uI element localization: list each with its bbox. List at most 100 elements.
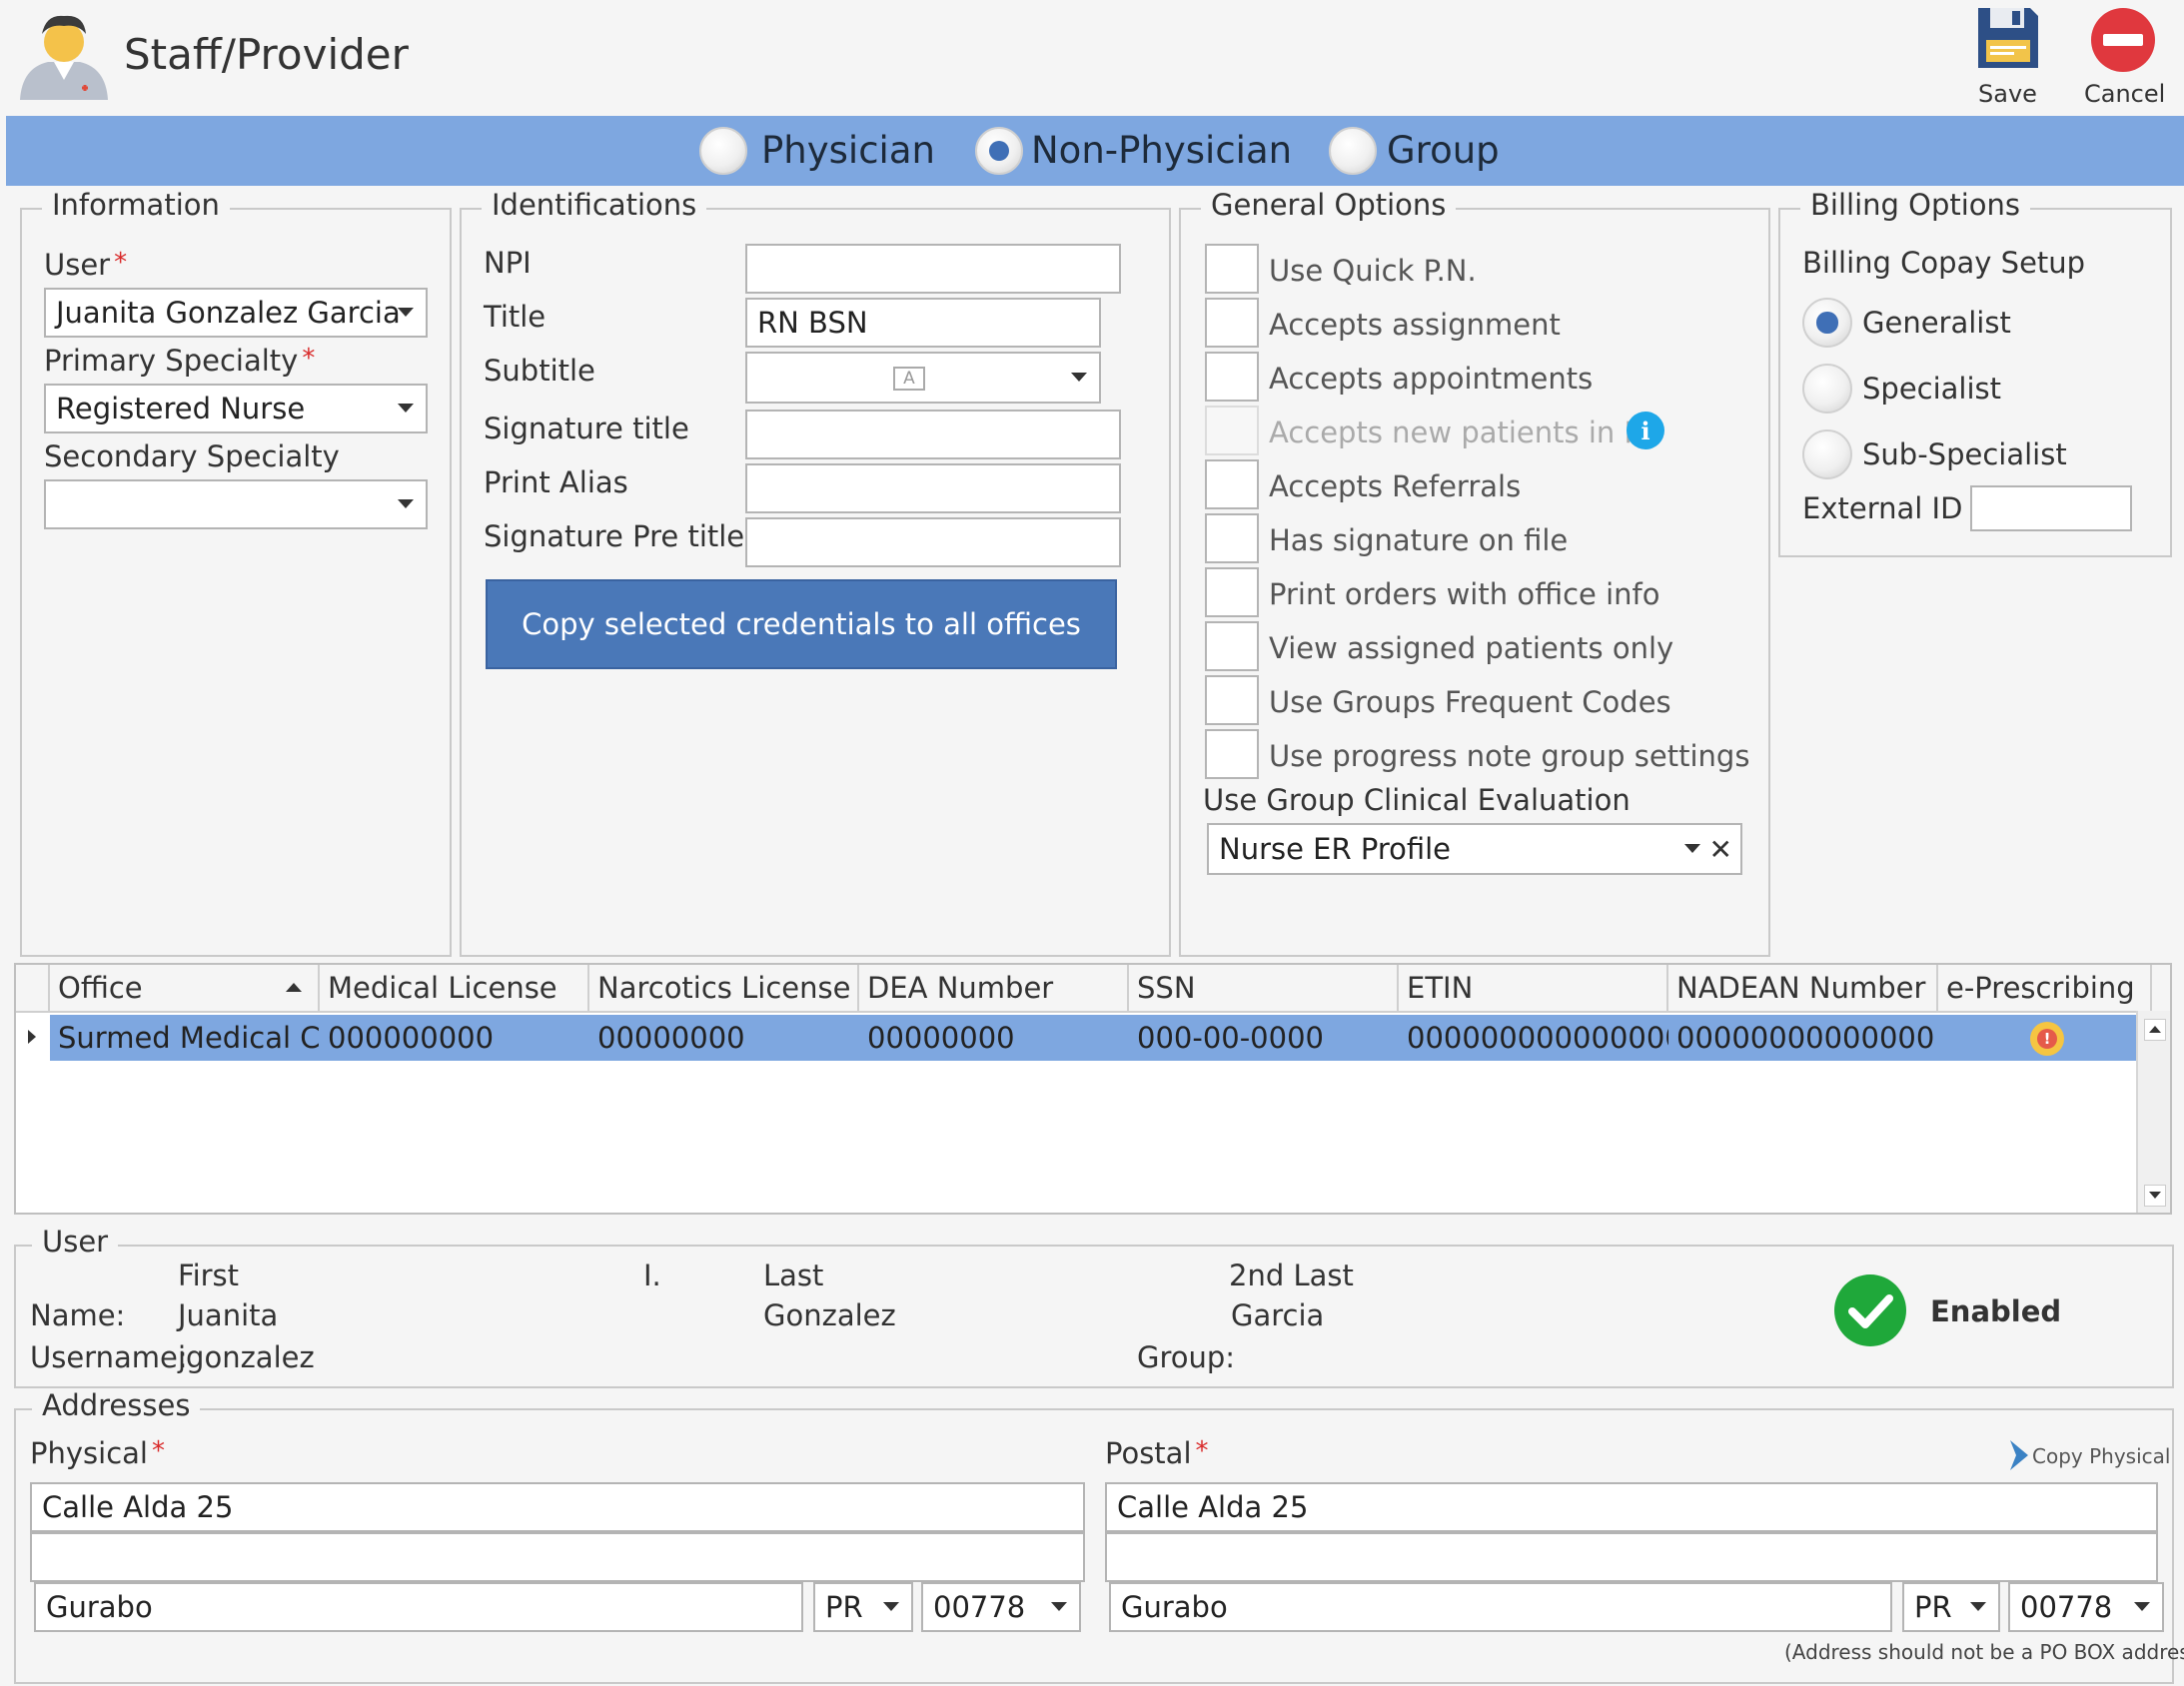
checkbox-label[interactable]: Use Groups Frequent Codes	[1269, 685, 1671, 719]
postal-line2-input[interactable]	[1105, 1532, 2158, 1582]
cell-etin[interactable]: 000000000000000...	[1399, 1015, 1668, 1061]
required-asterisk: *	[114, 248, 128, 278]
chevron-down-icon[interactable]	[1071, 373, 1087, 382]
primary-specialty-label-text: Primary Specialty	[44, 344, 299, 378]
info-icon[interactable]: i	[1627, 412, 1664, 449]
save-label: Save	[1978, 80, 2037, 108]
chevron-down-icon[interactable]	[1684, 844, 1700, 853]
radio-sub-specialist-label[interactable]: Sub-Specialist	[1862, 437, 2067, 471]
cancel-button[interactable]: Cancel	[2078, 4, 2178, 112]
checkbox-label[interactable]: View assigned patients only	[1269, 631, 1673, 665]
physical-line1-input[interactable]: Calle Alda 25	[30, 1482, 1085, 1532]
postal-state-select[interactable]: PR	[1902, 1582, 2000, 1632]
user-select[interactable]: Juanita Gonzalez Garcia	[44, 288, 428, 338]
cell-medical-license[interactable]: 000000000	[320, 1015, 589, 1061]
checkbox-groups-frequent-codes[interactable]	[1205, 675, 1259, 725]
checkbox-label[interactable]: Has signature on file	[1269, 523, 1568, 557]
chevron-down-icon[interactable]	[2134, 1602, 2150, 1611]
column-header-etin[interactable]: ETIN	[1399, 965, 1668, 1011]
radio-sub-specialist[interactable]	[1802, 429, 1852, 479]
checkbox-has-signature[interactable]	[1205, 513, 1259, 563]
column-header-nadean-number[interactable]: NADEAN Number	[1668, 965, 1938, 1011]
physical-state-select[interactable]: PR	[813, 1582, 913, 1632]
copy-credentials-button[interactable]: Copy selected credentials to all offices	[486, 579, 1117, 669]
checkbox-use-quick-pn[interactable]	[1205, 244, 1259, 294]
column-header-dea-number[interactable]: DEA Number	[859, 965, 1129, 1011]
checkbox-accepts-assignment[interactable]	[1205, 298, 1259, 348]
column-header-medical-license[interactable]: Medical License	[320, 965, 589, 1011]
column-header-office[interactable]: Office	[50, 965, 320, 1011]
chevron-down-icon[interactable]	[883, 1602, 899, 1611]
radio-group[interactable]	[1329, 127, 1377, 175]
radio-group-label[interactable]: Group	[1387, 129, 1500, 172]
signature-title-label: Signature title	[484, 412, 689, 445]
chevron-down-icon[interactable]	[398, 404, 414, 413]
cell-office[interactable]: Surmed Medical C...	[50, 1015, 320, 1061]
cell-dea-number[interactable]: 00000000	[859, 1015, 1129, 1061]
checkbox-label[interactable]: Accepts Referrals	[1269, 469, 1521, 503]
scroll-up-button[interactable]	[2144, 1019, 2166, 1041]
chevron-down-icon[interactable]	[398, 499, 414, 508]
checkbox-accepts-appointments[interactable]	[1205, 352, 1259, 402]
physical-zip-select[interactable]: 00778	[921, 1582, 1081, 1632]
column-header-ssn[interactable]: SSN	[1129, 965, 1399, 1011]
checkbox-label[interactable]: Use progress note group settings	[1269, 739, 1749, 773]
checkbox-accepts-referrals[interactable]	[1205, 459, 1259, 509]
user-select-value: Juanita Gonzalez Garcia	[56, 296, 401, 330]
identifications-group: Identifications NPI Title RN BSN Subtitl…	[460, 188, 1171, 957]
title-input[interactable]: RN BSN	[745, 298, 1101, 348]
general-options-legend: General Options	[1201, 188, 1457, 222]
cell-nadean-number[interactable]: 00000000000000	[1668, 1015, 1938, 1061]
clinical-eval-value: Nurse ER Profile	[1219, 832, 1452, 866]
clinical-eval-label: Use Group Clinical Evaluation	[1203, 783, 1631, 817]
radio-non-physician[interactable]	[975, 127, 1023, 175]
cell-ssn[interactable]: 000-00-0000	[1129, 1015, 1399, 1061]
clinical-eval-select[interactable]: Nurse ER Profile ✕	[1207, 823, 1742, 875]
radio-physician-label[interactable]: Physician	[761, 129, 935, 172]
physical-line2-input[interactable]	[30, 1532, 1085, 1582]
save-button[interactable]: Save	[1960, 4, 2054, 112]
physical-zip-value: 00778	[933, 1590, 1026, 1624]
checkbox-label[interactable]: Accepts assignment	[1269, 308, 1561, 342]
radio-specialist-label[interactable]: Specialist	[1862, 372, 2001, 406]
postal-city-input[interactable]: Gurabo	[1109, 1582, 1892, 1632]
checkbox-label[interactable]: Use Quick P.N.	[1269, 254, 1477, 288]
checkbox-view-assigned[interactable]	[1205, 621, 1259, 671]
copy-physical-button[interactable]: Copy Physical	[2004, 1438, 2170, 1474]
cell-narcotics-license[interactable]: 00000000	[589, 1015, 859, 1061]
radio-specialist[interactable]	[1802, 364, 1852, 414]
signature-title-input[interactable]	[745, 410, 1121, 459]
physical-city-value: Gurabo	[46, 1590, 153, 1624]
print-alias-input[interactable]	[745, 463, 1121, 513]
table-scrollbar[interactable]	[2136, 1011, 2170, 1213]
secondary-specialty-select[interactable]	[44, 479, 428, 529]
addresses-group: Addresses Physical * Calle Alda 25 Gurabo…	[14, 1388, 2184, 1684]
clear-icon[interactable]: ✕	[1709, 833, 1732, 866]
radio-generalist[interactable]	[1802, 298, 1852, 348]
radio-physician[interactable]	[699, 127, 747, 175]
column-header-narcotics-license[interactable]: Narcotics License	[589, 965, 859, 1011]
chevron-down-icon[interactable]	[1051, 1602, 1067, 1611]
chevron-down-icon[interactable]	[1970, 1602, 1986, 1611]
chevron-down-icon[interactable]	[398, 308, 414, 317]
checkbox-accepts-new-patients[interactable]	[1205, 406, 1259, 455]
column-header-e-prescribing[interactable]: e-Prescribing	[1938, 965, 2152, 1011]
external-id-input[interactable]	[1970, 485, 2132, 531]
radio-generalist-label[interactable]: Generalist	[1862, 306, 2011, 340]
checkbox-print-orders[interactable]	[1205, 567, 1259, 617]
cell-e-prescribing[interactable]: !	[1938, 1015, 2138, 1061]
postal-zip-value: 00778	[2020, 1590, 2113, 1624]
checkbox-label[interactable]: Print orders with office info	[1269, 577, 1660, 611]
postal-zip-select[interactable]: 00778	[2008, 1582, 2164, 1632]
checkbox-progress-note-group[interactable]	[1205, 729, 1259, 779]
table-row[interactable]: Surmed Medical C... 000000000 00000000 0…	[16, 1015, 2138, 1061]
subtitle-select[interactable]: A	[745, 352, 1101, 404]
radio-non-physician-label[interactable]: Non-Physician	[1031, 129, 1292, 172]
scroll-down-button[interactable]	[2144, 1185, 2166, 1207]
physical-city-input[interactable]: Gurabo	[34, 1582, 803, 1632]
postal-line1-input[interactable]: Calle Alda 25	[1105, 1482, 2158, 1532]
primary-specialty-select[interactable]: Registered Nurse	[44, 384, 428, 433]
npi-input[interactable]	[745, 244, 1121, 294]
signature-pre-title-input[interactable]	[745, 517, 1121, 567]
checkbox-label[interactable]: Accepts appointments	[1269, 362, 1593, 396]
